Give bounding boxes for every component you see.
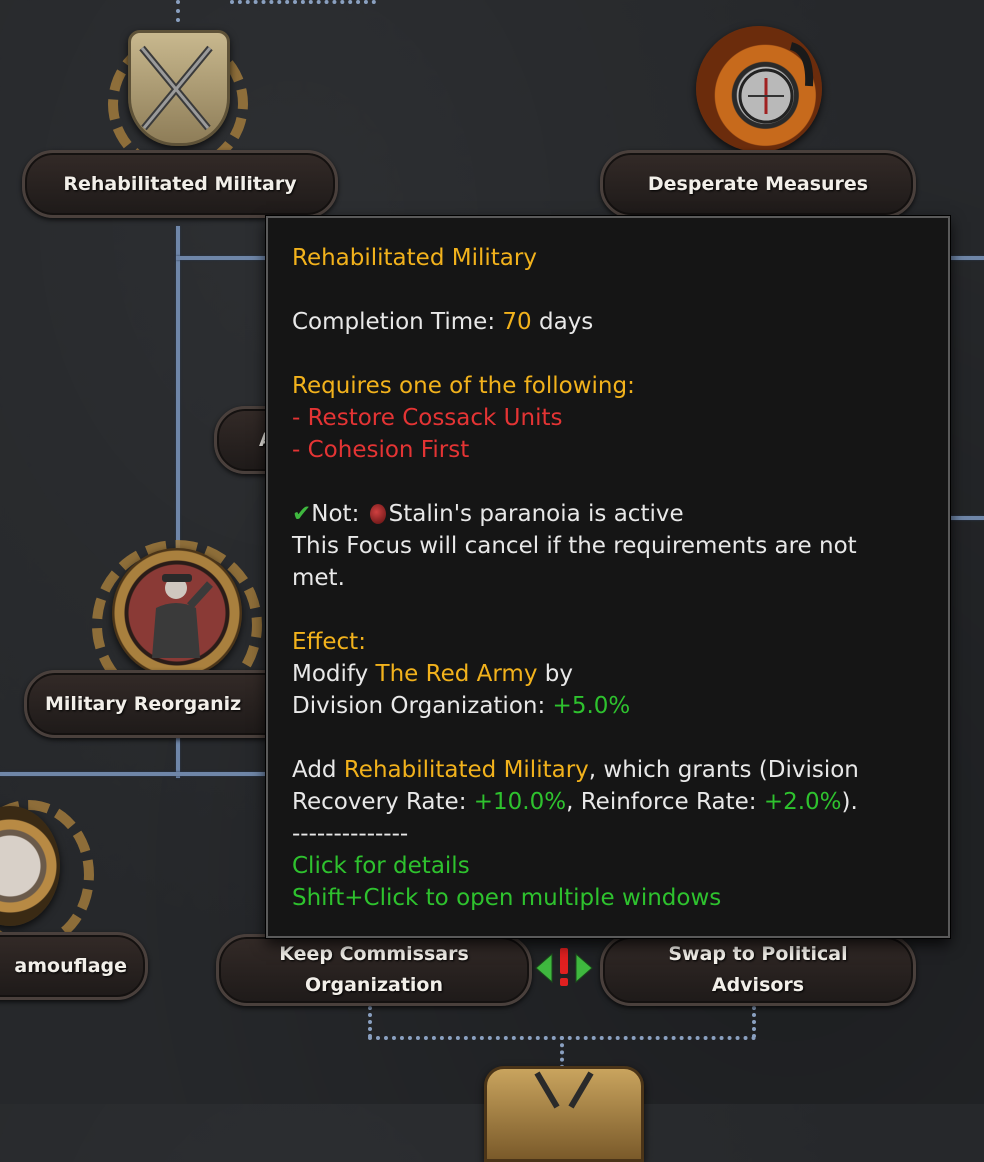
focus-label-line2: Advisors: [711, 974, 805, 996]
not-label: Not:: [311, 501, 367, 527]
focus-swap-to-political-advisors[interactable]: Swap to Political Advisors: [600, 934, 916, 1006]
requires-header: Requires one of the following:: [292, 373, 635, 399]
connector-line: [950, 516, 984, 520]
modify-suffix: by: [537, 661, 573, 687]
paranoia-icon: [369, 504, 386, 524]
cancel-text: This Focus will cancel if the requiremen…: [292, 533, 857, 559]
connector-dotted: [368, 1006, 372, 1038]
requirement-item: - Cohesion First: [292, 437, 470, 463]
focus-tooltip: Rehabilitated Military Completion Time: …: [266, 216, 950, 938]
modify-line: Modify The Red Army by: [292, 658, 924, 690]
grants-line: Recovery Rate: +10.0%, Reinforce Rate: +…: [292, 786, 924, 818]
add-target: Rehabilitated Military: [343, 757, 589, 783]
completion-time: Completion Time: 70 days: [292, 306, 924, 338]
requirement-item: - Restore Cossack Units: [292, 405, 563, 431]
not-condition-text: Stalin's paranoia is active: [388, 501, 684, 527]
focus-label: amouflage: [14, 954, 127, 977]
crossed-rifles-shield-icon: [128, 30, 230, 146]
not-condition: ✔Not: Stalin's paranoia is active: [292, 498, 924, 530]
click-for-details: Click for details: [292, 853, 470, 879]
shift-click-hint: Shift+Click to open multiple windows: [292, 885, 722, 911]
focus-plate[interactable]: amouflage: [0, 932, 148, 1000]
separator: --------------: [292, 821, 409, 847]
add-suffix: , which grants (Division: [588, 757, 859, 783]
division-organization: Division Organization: +5.0%: [292, 690, 924, 722]
focus-plate[interactable]: Desperate Measures: [600, 150, 916, 218]
add-line: Add Rehabilitated Military, which grants…: [292, 754, 924, 786]
division-org-value: +5.0%: [552, 693, 631, 719]
compass-fire-icon: [696, 26, 822, 152]
completion-value: 70: [502, 309, 532, 335]
reinforce-value: +2.0%: [763, 789, 842, 815]
focus-keep-commissars-organization[interactable]: Keep Commissars Organization: [216, 934, 532, 1006]
close-paren: ).: [841, 789, 858, 815]
reinforce-label: , Reinforce Rate:: [566, 789, 764, 815]
connector-line: [950, 256, 984, 260]
modify-prefix: Modify: [292, 661, 376, 687]
crossed-swords-icon[interactable]: [484, 1066, 644, 1162]
modify-target: The Red Army: [375, 661, 538, 687]
completion-label: Completion Time:: [292, 309, 503, 335]
completion-unit: days: [531, 309, 594, 335]
focus-label: Military Reorganiz: [45, 692, 242, 715]
checkmark-icon: ✔: [292, 501, 312, 527]
division-org-label: Division Organization:: [292, 693, 553, 719]
connector-dotted: [176, 0, 180, 22]
focus-label-line1: Keep Commissars: [279, 943, 469, 965]
tooltip-title: Rehabilitated Military: [292, 245, 537, 271]
recovery-value: +10.0%: [473, 789, 567, 815]
focus-label-line1: Swap to Political: [668, 943, 848, 965]
saluting-officer-icon: [112, 548, 242, 678]
focus-label: Swap to Political Advisors: [650, 939, 865, 1001]
focus-label: Rehabilitated Military: [63, 172, 297, 195]
mutually-exclusive-icon: [534, 946, 594, 990]
connector-line: [0, 772, 290, 776]
connector-dotted: [752, 1006, 756, 1038]
focus-plate[interactable]: Rehabilitated Military: [22, 150, 338, 218]
add-prefix: Add: [292, 757, 344, 783]
focus-label: Keep Commissars Organization: [261, 939, 487, 1001]
connector-dotted: [230, 0, 376, 4]
effect-header: Effect:: [292, 629, 366, 655]
cancel-text: met.: [292, 565, 345, 591]
recovery-label: Recovery Rate:: [292, 789, 474, 815]
focus-label: Desperate Measures: [647, 172, 869, 195]
focus-label-line2: Organization: [304, 974, 444, 996]
